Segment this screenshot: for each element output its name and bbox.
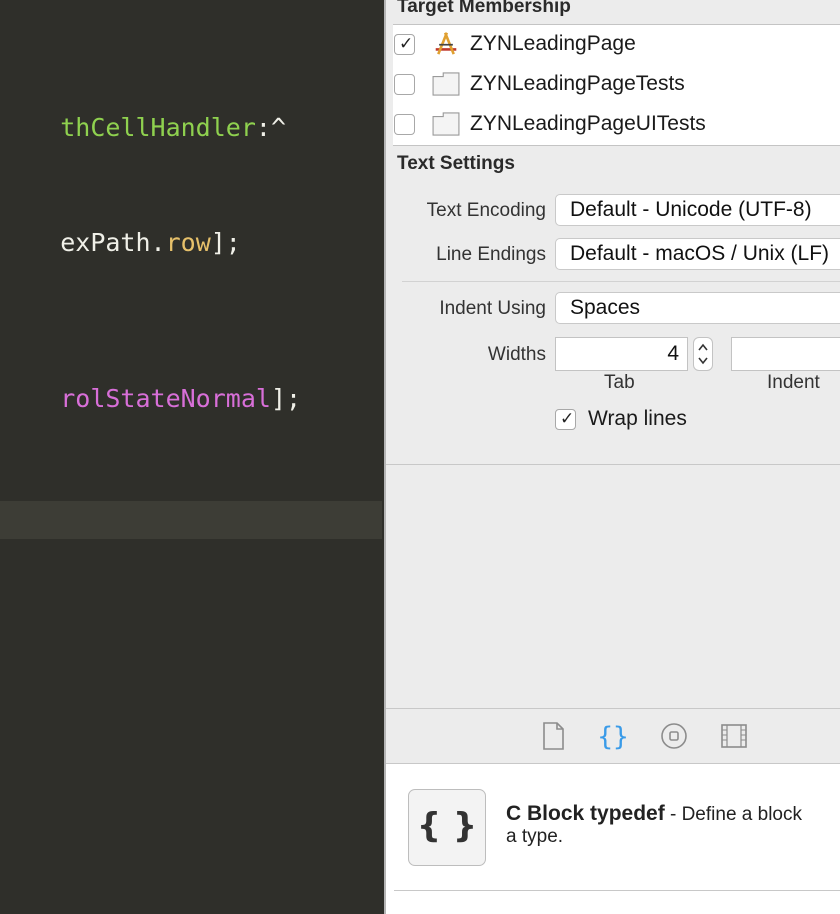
tab-width-stepper[interactable] bbox=[693, 337, 713, 371]
text-encoding-popup[interactable]: Default - Unicode (UTF-8) bbox=[555, 194, 840, 226]
checkmark-icon: ✓ bbox=[399, 34, 414, 54]
code-token: :^ bbox=[255, 113, 286, 142]
tab-media[interactable] bbox=[717, 719, 751, 753]
library-tab-bar: {} bbox=[386, 708, 840, 764]
snippet-list-item[interactable]: { } C Block typedef - Define a block a t… bbox=[386, 764, 840, 890]
indent-using-label: Indent Using bbox=[439, 298, 546, 319]
target-name: ZYNLeadingPage bbox=[470, 32, 636, 55]
divider bbox=[402, 281, 840, 282]
target-name: ZYNLeadingPageUITests bbox=[470, 112, 706, 135]
target-name: ZYNLeadingPageTests bbox=[470, 72, 685, 95]
snippet-summary-cont: a type. bbox=[506, 826, 564, 847]
target-checkbox[interactable] bbox=[394, 114, 415, 135]
wrap-lines-label: Wrap lines bbox=[588, 407, 687, 430]
text-settings-title: Text Settings bbox=[397, 153, 515, 174]
target-row-main[interactable]: ✓ ZYNLeadingPage bbox=[393, 25, 840, 65]
svg-text:{}: {} bbox=[597, 722, 628, 752]
target-membership-list: ✓ ZYNLeadingPage ZYNLeadingPageTests ZYN… bbox=[393, 24, 840, 146]
target-row-uitests[interactable]: ZYNLeadingPageUITests bbox=[393, 105, 840, 145]
tab-object[interactable] bbox=[657, 719, 691, 753]
wrap-lines-checkbox[interactable]: ✓ bbox=[555, 409, 576, 430]
widths-label: Widths bbox=[487, 344, 546, 365]
code-token: rolStateNormal bbox=[60, 384, 271, 413]
file-inspector: Target Membership ✓ ZYNLeadingPage ZYNLe… bbox=[386, 0, 840, 708]
current-line-highlight bbox=[0, 501, 382, 539]
text-encoding-label: Text Encoding bbox=[426, 200, 546, 221]
indent-caption: Indent bbox=[767, 372, 820, 393]
tab-width-field[interactable]: 4 bbox=[555, 337, 688, 371]
snippet-title: C Block typedef bbox=[506, 802, 665, 825]
document-icon bbox=[543, 722, 564, 750]
code-editor[interactable]: thCellHandler:^ exPath.row]; rolStateNor… bbox=[0, 0, 384, 914]
stepper-arrows-icon bbox=[698, 343, 708, 365]
code-token: ]; bbox=[210, 228, 241, 257]
indent-width-field[interactable] bbox=[731, 337, 840, 371]
target-checkbox[interactable]: ✓ bbox=[394, 34, 415, 55]
code-token: row bbox=[165, 228, 211, 257]
target-membership-title: Target Membership bbox=[397, 0, 571, 17]
snippet-summary: - Define a block bbox=[664, 804, 802, 825]
circle-object-icon bbox=[661, 723, 687, 749]
target-row-tests[interactable]: ZYNLeadingPageTests bbox=[393, 65, 840, 105]
line-endings-popup[interactable]: Default - macOS / Unix (LF) bbox=[555, 238, 840, 270]
film-strip-icon bbox=[721, 724, 747, 748]
tab-caption: Tab bbox=[604, 372, 635, 393]
snippet-library-list: { } C Block typedef - Define a block a t… bbox=[386, 764, 840, 914]
divider bbox=[394, 890, 840, 891]
tab-file-template[interactable] bbox=[536, 719, 570, 753]
code-line[interactable]: rolStateNormal]; bbox=[0, 351, 301, 413]
braces-icon: {} bbox=[597, 722, 628, 752]
code-token: exPath bbox=[60, 228, 151, 257]
app-target-icon bbox=[435, 32, 457, 55]
code-line[interactable]: exPath.row]; bbox=[0, 195, 241, 257]
code-token: . bbox=[150, 228, 166, 257]
code-token: ]; bbox=[270, 384, 302, 413]
target-checkbox[interactable] bbox=[394, 74, 415, 95]
tab-code-snippet[interactable]: {} bbox=[596, 719, 630, 753]
code-line[interactable]: thCellHandler:^ bbox=[0, 80, 286, 142]
test-bundle-icon bbox=[432, 112, 460, 136]
test-bundle-icon bbox=[432, 72, 460, 96]
indent-using-popup[interactable]: Spaces bbox=[555, 292, 840, 324]
snippet-description: C Block typedef - Define a block a type. bbox=[506, 802, 840, 848]
checkmark-icon: ✓ bbox=[560, 409, 575, 429]
line-endings-label: Line Endings bbox=[436, 244, 546, 265]
divider bbox=[386, 464, 840, 465]
code-token: thCellHandler bbox=[60, 113, 256, 142]
snippet-braces-icon: { } bbox=[408, 789, 486, 866]
